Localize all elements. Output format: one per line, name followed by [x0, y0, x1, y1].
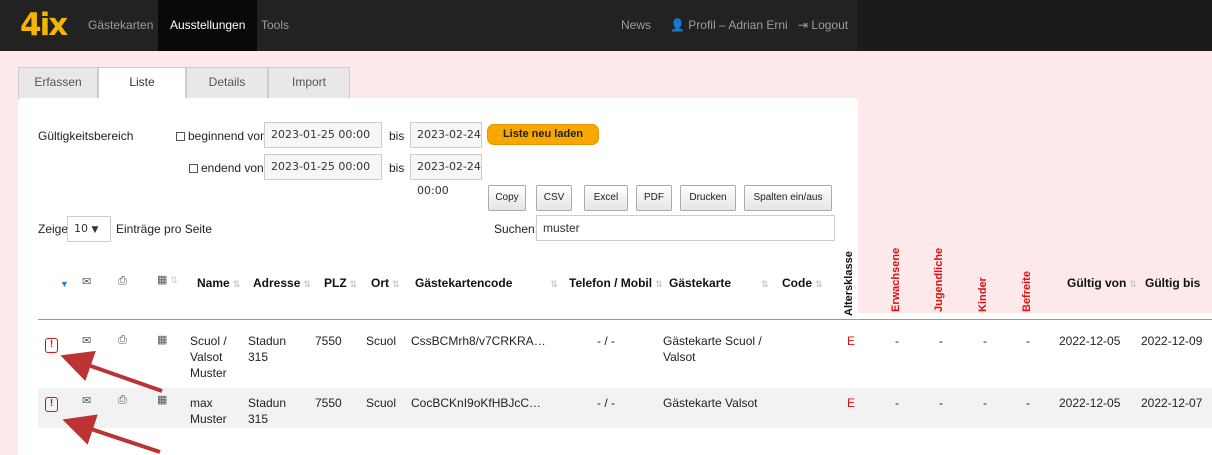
- arrow-1: [60, 350, 163, 393]
- arrow-2: [62, 414, 161, 454]
- annotation-arrows: [60, 350, 163, 454]
